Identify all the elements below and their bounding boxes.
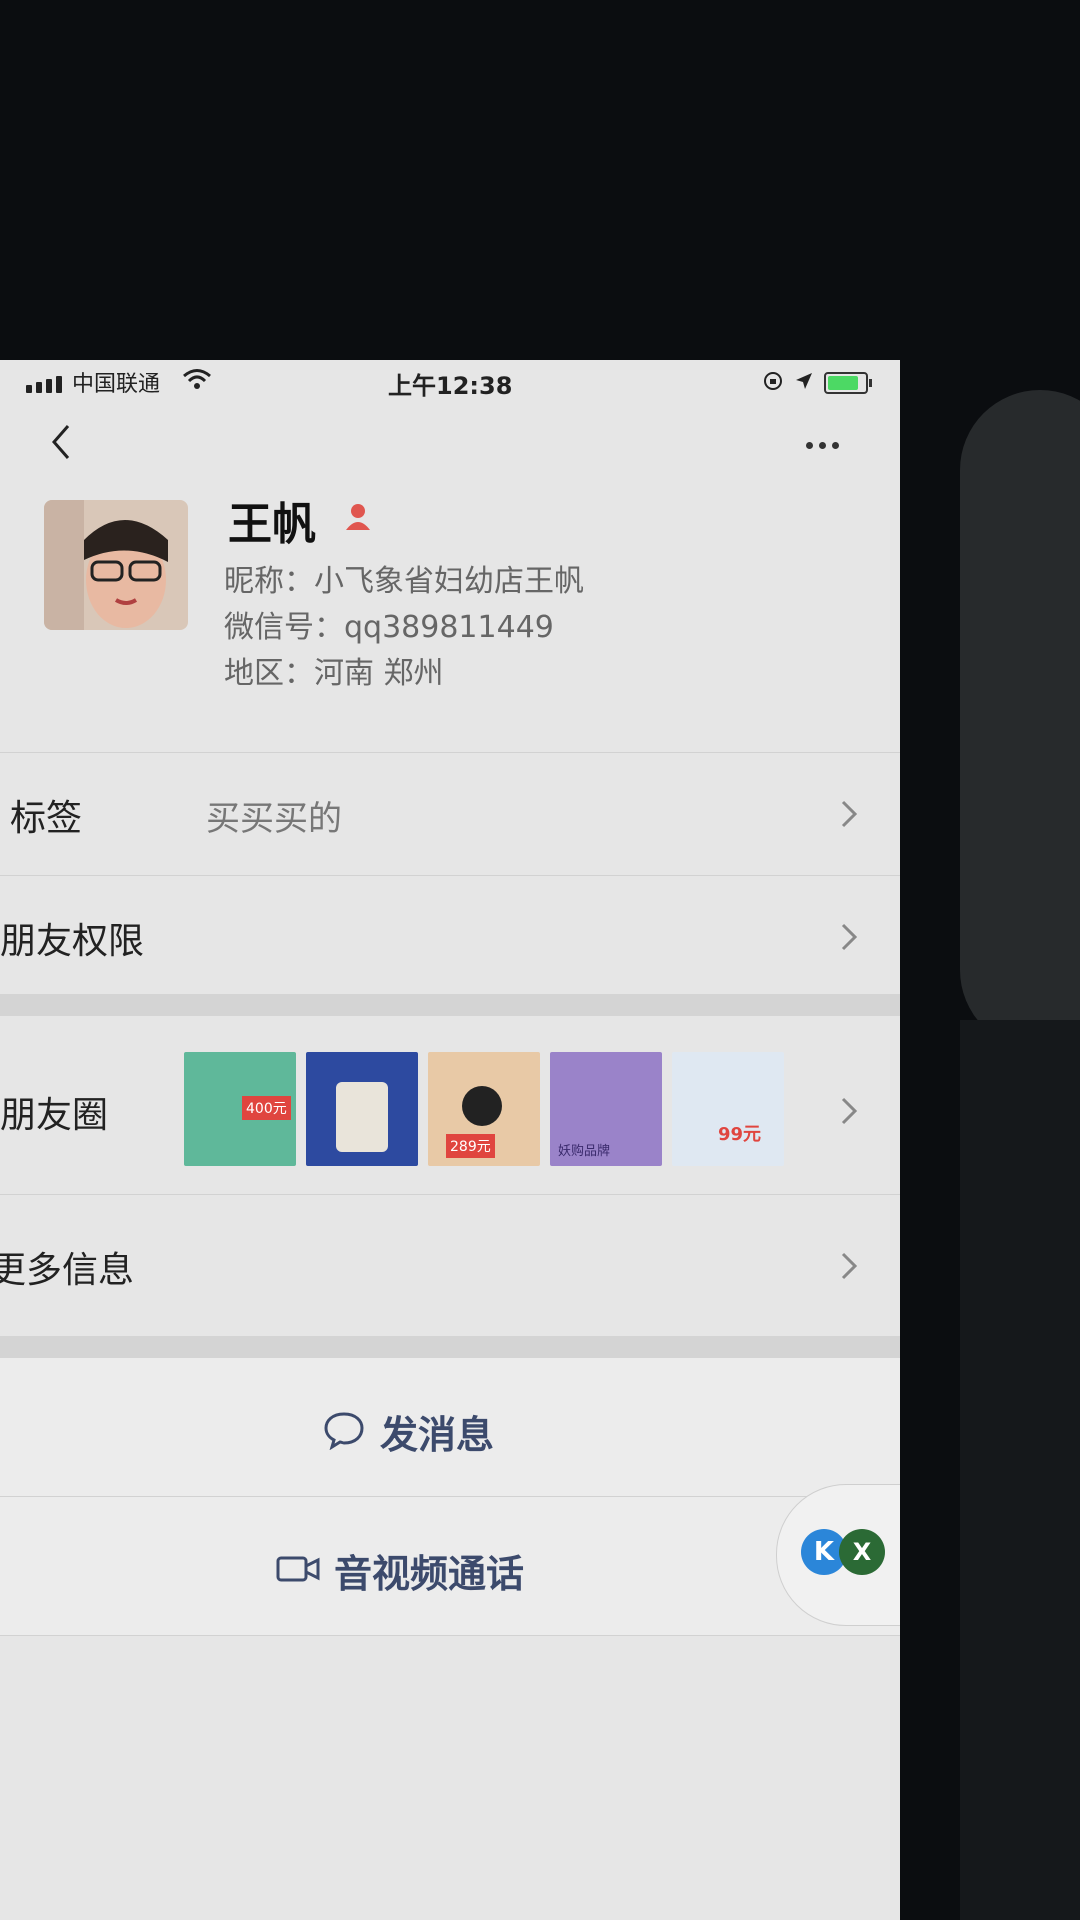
section-gap [0,1336,900,1358]
video-call-button[interactable]: 音视频通话 [0,1497,900,1635]
gender-female-icon [342,500,374,536]
carrier-label: 中国联通 [72,372,161,397]
moment-thumbnail-text: 289元 [446,1134,495,1158]
battery-icon [824,372,872,394]
chevron-right-icon [840,922,858,956]
phone-screen: 中国联通 上午12:38 王帆 昵称：小飞象省妇幼店王帆 微信号：qq38981… [0,360,900,1920]
background-blur [960,390,1080,1050]
divider [0,1635,900,1636]
video-camera-icon [276,1554,320,1588]
section-gap [0,994,900,1016]
chevron-right-icon [840,1251,858,1285]
more-info-row[interactable]: 更多信息 [0,1195,900,1335]
moment-thumbnail-text: 400元 [242,1096,291,1120]
background-dark [960,1020,1080,1920]
product-pump [462,1086,502,1126]
product-can [336,1082,388,1152]
avatar[interactable] [44,500,188,630]
moments-thumbnails[interactable]: 400元 289元 妖购品牌 99元 [184,1052,784,1166]
region-text: 地区：河南 郑州 [224,656,444,691]
moment-thumbnail[interactable]: 289元 [428,1052,540,1166]
more-options-icon[interactable] [806,442,839,449]
friend-permissions-label: 朋友权限 [0,921,145,962]
clock: 上午12:38 [388,372,513,400]
location-icon [794,371,814,395]
moment-thumbnail[interactable]: 400元 [184,1052,296,1166]
orientation-lock-icon [762,370,784,396]
tags-label: 标签 [10,798,83,839]
back-icon[interactable] [48,422,72,466]
chevron-right-icon [840,799,858,833]
chevron-right-icon [840,1096,858,1130]
send-message-label: 发消息 [380,1413,495,1457]
moment-thumbnail[interactable]: 妖购品牌 [550,1052,662,1166]
tags-row[interactable]: 标签 买买买的 [0,753,900,875]
moment-thumbnail-text: 妖购品牌 [558,1144,611,1159]
chat-bubble-icon [322,1410,366,1454]
video-call-label: 音视频通话 [334,1552,525,1596]
wifi-icon [182,368,212,394]
contact-name: 王帆 [228,499,316,550]
send-message-button[interactable]: 发消息 [0,1358,900,1496]
tags-value: 买买买的 [206,799,342,839]
assistant-x-icon[interactable]: X [839,1529,885,1575]
friend-permissions-row[interactable]: 朋友权限 [0,876,900,994]
moment-thumbnail[interactable]: 99元 [672,1052,784,1166]
more-info-label: 更多信息 [0,1250,135,1291]
wechat-id-text: 微信号：qq389811449 [224,610,554,645]
moment-thumbnail-text: 99元 [718,1124,762,1145]
status-right [762,370,872,396]
moment-thumbnail[interactable] [306,1052,418,1166]
status-bar: 中国联通 上午12:38 [0,360,900,406]
moments-label: 朋友圈 [0,1095,109,1136]
signal-icon [26,376,62,393]
nickname-text: 昵称：小飞象省妇幼店王帆 [224,564,584,599]
